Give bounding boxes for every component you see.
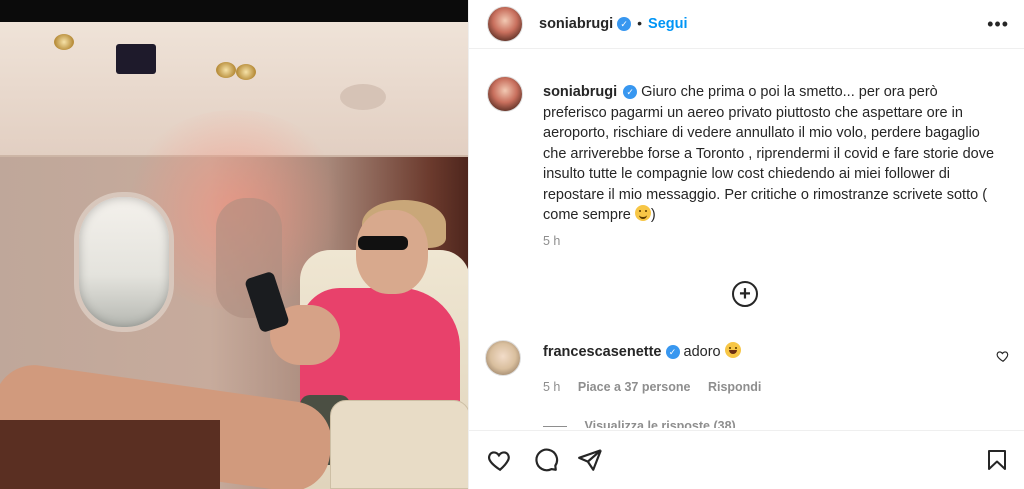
verified-badge-icon: ✓ (617, 16, 632, 31)
comment-text: adoro (683, 344, 721, 360)
bookmark-icon[interactable] (985, 447, 1009, 473)
author-avatar[interactable] (487, 6, 523, 42)
person-head (356, 210, 428, 294)
comment: francescasenette ✓ adoro (543, 342, 741, 360)
smiling-face-icon (634, 205, 651, 221)
tears-of-joy-icon (724, 342, 741, 358)
follow-button[interactable]: Segui (648, 16, 687, 32)
header-user-row: soniabrugi ✓ • Segui (539, 15, 688, 33)
view-replies-label: Visualizza le risposte (38) (584, 420, 736, 428)
caption-avatar[interactable] (487, 76, 523, 112)
comment-timestamp[interactable]: 5 h (543, 380, 560, 394)
seat-armrest (330, 400, 468, 489)
caption-text: Giuro che prima o poi la smetto... per o… (543, 84, 995, 223)
more-options-icon[interactable]: ••• (987, 14, 1009, 35)
photo-top-bar (0, 0, 468, 22)
caption-username[interactable]: soniabrugi (543, 84, 617, 100)
sunglasses (358, 236, 408, 250)
verified-badge-icon: ✓ (665, 345, 680, 360)
comment-icon[interactable] (533, 447, 559, 473)
post-panel: soniabrugi ✓ • Segui ••• soniabrugi ✓ Giuro … (468, 0, 1024, 489)
share-icon[interactable] (577, 447, 603, 473)
cabin-vent (340, 84, 386, 110)
cabin-panel (116, 44, 156, 74)
caption: soniabrugi ✓ Giuro che prima o poi la sme… (543, 82, 1003, 226)
view-replies-link[interactable]: Visualizza le risposte (38) (543, 420, 736, 428)
comment-likes-link[interactable]: Piace a 37 persone (578, 380, 691, 394)
airplane-window (74, 192, 174, 332)
plus-icon: + (739, 283, 751, 305)
cabin-light (54, 34, 74, 50)
commenter-username[interactable]: francescasenette (543, 344, 662, 360)
action-bar (469, 430, 1024, 489)
post-photo[interactable] (0, 0, 468, 489)
caption-end: ) (650, 207, 656, 223)
wood-table (0, 420, 220, 489)
author-username[interactable]: soniabrugi (539, 16, 613, 32)
heart-icon[interactable] (487, 447, 513, 473)
cabin-light (236, 64, 256, 80)
verified-badge-icon: ✓ (623, 85, 638, 100)
comment-like-heart-icon[interactable] (996, 349, 1010, 363)
reply-button[interactable]: Rispondi (708, 380, 761, 394)
comment-meta: 5 h Piace a 37 persone Rispondi (543, 380, 775, 394)
post-header: soniabrugi ✓ • Segui ••• (469, 0, 1024, 49)
separator-dot: • (637, 15, 643, 31)
post-timestamp[interactable]: 5 h (543, 234, 560, 248)
cabin-light (216, 62, 236, 78)
load-more-comments-button[interactable]: + (732, 281, 758, 307)
commenter-avatar[interactable] (485, 340, 521, 376)
